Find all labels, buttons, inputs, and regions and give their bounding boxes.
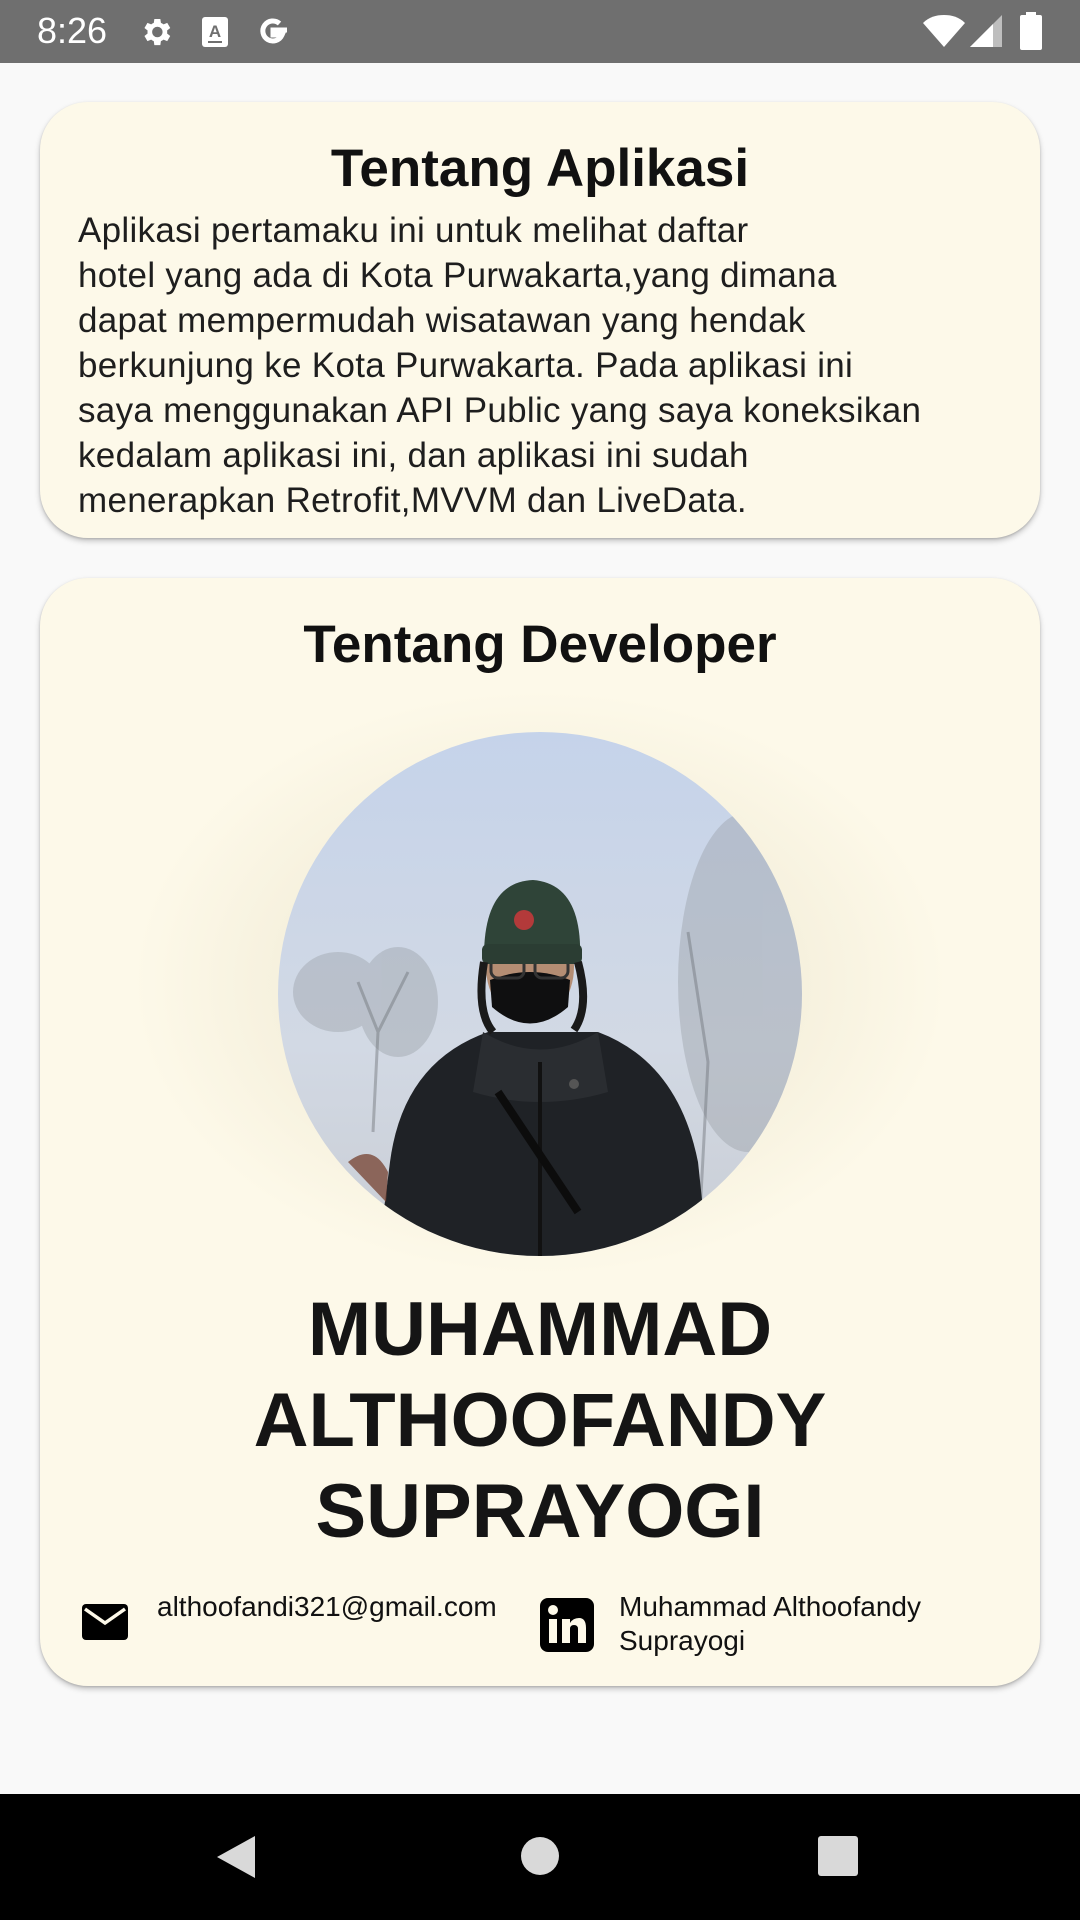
- battery-icon: [1020, 12, 1042, 50]
- developer-name-line: ALTHOOFANDY: [253, 1378, 827, 1463]
- about-app-description: Aplikasi pertamaku ini untuk melihat daf…: [78, 208, 1018, 523]
- about-line: saya menggunakan API Public yang saya ko…: [78, 391, 922, 430]
- home-icon[interactable]: [520, 1836, 560, 1876]
- about-developer-title: Tentang Developer: [303, 615, 777, 674]
- wifi-icon: [923, 15, 965, 47]
- settings-icon: [144, 18, 171, 46]
- google-icon: [260, 18, 287, 44]
- linkedin-icon: [540, 1598, 594, 1652]
- about-app-card: Tentang Aplikasi Aplikasi pertamaku ini …: [40, 102, 1040, 538]
- about-line: berkunjung ke Kota Purwakarta. Pada apli…: [78, 346, 854, 385]
- about-line: Aplikasi pertamaku ini untuk melihat daf…: [78, 211, 749, 250]
- back-icon[interactable]: [214, 1834, 258, 1880]
- navigation-bar: [0, 1794, 1080, 1920]
- status-time: 8:26: [37, 10, 108, 51]
- about-line: dapat mempermudah wisatawan yang hendak: [78, 301, 806, 340]
- developer-name-line: SUPRAYOGI: [315, 1469, 765, 1554]
- developer-photo: [278, 732, 802, 1256]
- svg-text:A: A: [209, 22, 221, 41]
- linkedin-line: Muhammad Althoofandy: [619, 1591, 921, 1622]
- signal-icon: [970, 15, 1002, 47]
- developer-name-line: MUHAMMAD: [307, 1287, 773, 1372]
- about-developer-card: Tentang Developer MUHAMMAD ALTHOOFANDY S…: [40, 578, 1040, 1686]
- linkedin-link[interactable]: Muhammad Althoofandy Suprayogi: [619, 1590, 921, 1658]
- about-line: menerapkan Retrofit,MVVM dan LiveData.: [78, 481, 747, 520]
- email-link[interactable]: althoofandi321@gmail.com: [157, 1590, 497, 1624]
- linkedin-line: Suprayogi: [619, 1625, 746, 1656]
- about-line: kedalam aplikasi ini, dan aplikasi ini s…: [78, 436, 749, 475]
- status-bar: 8:26 A: [0, 0, 1080, 63]
- keyboard-a-icon: A: [202, 17, 228, 47]
- developer-name: MUHAMMAD ALTHOOFANDY SUPRAYOGI: [40, 1284, 1040, 1557]
- email-icon: [82, 1604, 128, 1640]
- recents-icon[interactable]: [818, 1836, 858, 1876]
- about-line: hotel yang ada di Kota Purwakarta,yang d…: [78, 256, 837, 295]
- about-app-title: Tentang Aplikasi: [330, 139, 750, 198]
